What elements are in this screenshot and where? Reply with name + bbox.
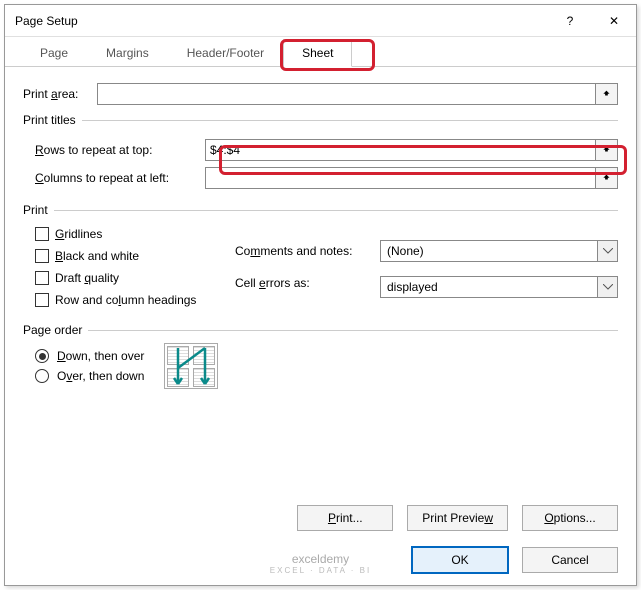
chevron-down-icon (598, 240, 618, 262)
radio-icon (35, 349, 49, 363)
rowcol-label: Row and column headings (55, 293, 196, 307)
comments-select[interactable]: (None) (380, 240, 618, 262)
print-titles-legend: Print titles (23, 113, 82, 127)
print-group: Print Gridlines Black and white Draft qu… (23, 203, 618, 315)
gridlines-label: Gridlines (55, 227, 102, 241)
checkbox-icon (35, 271, 49, 285)
cellerrors-value: displayed (380, 276, 598, 298)
rowcol-check[interactable]: Row and column headings (35, 293, 235, 307)
rows-repeat-row: Rows to repeat at top: 🠹 (35, 139, 618, 161)
page-order-legend: Page order (23, 323, 88, 337)
radio-icon (35, 369, 49, 383)
cols-repeat-ref-button[interactable]: 🠹 (596, 167, 618, 189)
dialog-title: Page Setup (15, 14, 548, 28)
page-order-group: Page order Down, then over Over, then do… (23, 323, 618, 389)
print-area-label: Print area: (23, 87, 97, 101)
question-icon: ? (567, 14, 574, 28)
tab-sheet[interactable]: Sheet (283, 39, 352, 67)
print-legend: Print (23, 203, 54, 217)
cellerrors-label: Cell errors as: (235, 276, 310, 290)
cancel-button[interactable]: Cancel (522, 547, 618, 573)
checkbox-icon (35, 293, 49, 307)
comments-label: Comments and notes: (235, 244, 352, 258)
draft-label: Draft quality (55, 271, 119, 285)
help-button[interactable]: ? (548, 5, 592, 37)
tab-page[interactable]: Page (21, 39, 87, 66)
print-area-row: Print area: 🠹 (23, 83, 618, 105)
rows-repeat-input[interactable] (205, 139, 596, 161)
ok-button[interactable]: OK (412, 547, 508, 573)
page-setup-dialog: Page Setup ? ✕ Page Margins Header/Foote… (4, 4, 637, 586)
gridlines-check[interactable]: Gridlines (35, 227, 235, 241)
watermark: exceldemy EXCEL · DATA · BI (270, 552, 371, 575)
down-then-over-radio[interactable]: Down, then over (35, 349, 144, 363)
close-button[interactable]: ✕ (592, 5, 636, 37)
print-titles-group: Print titles Rows to repeat at top: 🠹 Co… (23, 113, 618, 195)
page-order-preview-icon (164, 343, 218, 389)
print-area-input[interactable] (97, 83, 596, 105)
print-button[interactable]: Print... (297, 505, 393, 531)
cols-repeat-label: Columns to repeat at left: (35, 171, 205, 185)
over-down-label: Over, then down (57, 369, 144, 383)
cols-repeat-row: Columns to repeat at left: 🠹 (35, 167, 618, 189)
down-over-label: Down, then over (57, 349, 144, 363)
over-then-down-radio[interactable]: Over, then down (35, 369, 144, 383)
checkbox-icon (35, 249, 49, 263)
dialog-body: Print area: 🠹 Print titles Rows to repea… (5, 67, 636, 405)
collapse-dialog-icon: 🠹 (603, 168, 610, 189)
checkbox-icon (35, 227, 49, 241)
print-area-ref-button[interactable]: 🠹 (596, 83, 618, 105)
cols-repeat-input[interactable] (205, 167, 596, 189)
blackwhite-label: Black and white (55, 249, 139, 263)
rows-repeat-ref-button[interactable]: 🠹 (596, 139, 618, 161)
rows-repeat-label: Rows to repeat at top: (35, 143, 205, 157)
watermark-subtext: EXCEL · DATA · BI (270, 566, 371, 575)
chevron-down-icon (598, 276, 618, 298)
print-preview-button[interactable]: Print Preview (407, 505, 508, 531)
draft-check[interactable]: Draft quality (35, 271, 235, 285)
tab-header-footer[interactable]: Header/Footer (168, 39, 283, 66)
action-buttons-row: Print... Print Preview Options... (297, 505, 618, 531)
dialog-buttons-row: OK Cancel (412, 547, 618, 573)
cellerrors-select[interactable]: displayed (380, 276, 618, 298)
titlebar: Page Setup ? ✕ (5, 5, 636, 37)
options-button[interactable]: Options... (522, 505, 618, 531)
comments-value: (None) (380, 240, 598, 262)
tab-bar: Page Margins Header/Footer Sheet (5, 37, 636, 67)
watermark-text: exceldemy (270, 552, 371, 566)
collapse-dialog-icon: 🠹 (603, 84, 610, 105)
collapse-dialog-icon: 🠹 (603, 140, 610, 161)
tab-margins[interactable]: Margins (87, 39, 168, 66)
blackwhite-check[interactable]: Black and white (35, 249, 235, 263)
close-icon: ✕ (609, 14, 619, 28)
